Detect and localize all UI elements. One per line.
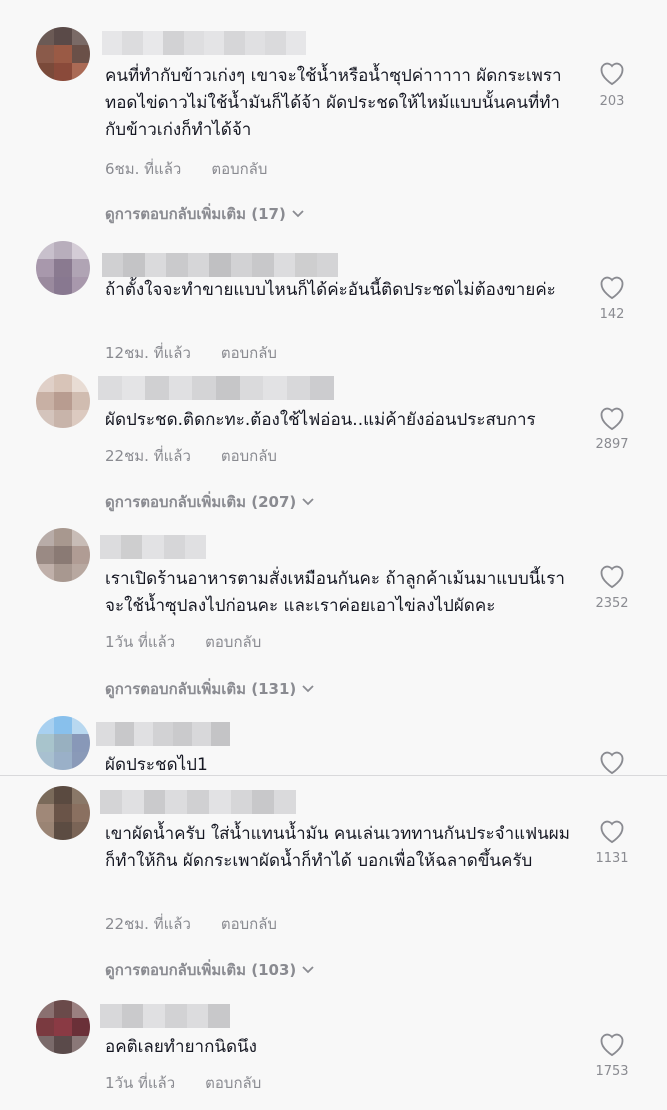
comment-meta: 12ชม. ที่แล้ว ตอบกลับ <box>105 341 277 365</box>
heart-icon[interactable] <box>598 60 626 86</box>
comment-meta: 1วัน ที่แล้ว ตอบกลับ <box>105 630 261 654</box>
avatar[interactable] <box>36 27 90 81</box>
username-blurred[interactable] <box>102 31 307 55</box>
avatar[interactable] <box>36 716 90 770</box>
like-count: 1753 <box>595 1064 629 1079</box>
reply-button[interactable]: ตอบกลับ <box>211 157 267 181</box>
chevron-down-icon <box>302 498 314 506</box>
username-blurred[interactable] <box>100 535 207 559</box>
comment-meta: 22ชม. ที่แล้ว ตอบกลับ <box>105 912 277 936</box>
comment-text: อคติเลยทำยากนิดนึง <box>105 1037 257 1057</box>
username-blurred[interactable] <box>100 1004 231 1028</box>
view-more-replies-label: ดูการตอบกลับเพิ่มเติม (207) <box>105 493 297 511</box>
like-count: 203 <box>599 94 625 109</box>
comment-text: เราเปิดร้านอาหารตามสั่งเหมือนกันคะ ถ้าลู… <box>105 569 565 616</box>
avatar[interactable] <box>36 374 90 428</box>
comment-time: 1วัน ที่แล้ว <box>105 633 176 651</box>
comment-time: 22ชม. ที่แล้ว <box>105 447 191 465</box>
comment-time: 12ชม. ที่แล้ว <box>105 344 191 362</box>
comment-meta: 22ชม. ที่แล้ว ตอบกลับ <box>105 444 277 468</box>
view-more-replies-button[interactable]: ดูการตอบกลับเพิ่มเติม (17) <box>105 202 304 226</box>
heart-icon[interactable] <box>598 1031 626 1057</box>
comment-text: คนที่ทำกับข้าวเก่งๆ เขาจะใช้น้ำหรือน้ำซุ… <box>105 66 562 140</box>
divider <box>0 775 667 776</box>
username-blurred[interactable] <box>100 790 297 814</box>
reply-button[interactable]: ตอบกลับ <box>221 341 277 365</box>
comment-time: 1วัน ที่แล้ว <box>105 1074 176 1092</box>
view-more-replies-button[interactable]: ดูการตอบกลับเพิ่มเติม (103) <box>105 958 314 982</box>
reply-button[interactable]: ตอบกลับ <box>205 630 261 654</box>
reply-button[interactable]: ตอบกลับ <box>205 1071 261 1095</box>
avatar[interactable] <box>36 241 90 295</box>
avatar[interactable] <box>36 528 90 582</box>
comment-meta: 1วัน ที่แล้ว ตอบกลับ <box>105 1071 261 1095</box>
heart-icon[interactable] <box>598 274 626 300</box>
view-more-replies-label: ดูการตอบกลับเพิ่มเติม (131) <box>105 680 297 698</box>
comment-text: ผัดประชด.ติดกะทะ.ต้องใช้ไฟอ่อน..แม่ค้ายั… <box>105 410 536 430</box>
chevron-down-icon <box>302 966 314 974</box>
reply-button[interactable]: ตอบกลับ <box>221 444 277 468</box>
comment-text: ถ้าตั้งใจจะทำขายแบบไหนก็ได้ค่ะอันนี้ติดป… <box>105 280 556 300</box>
comment-time: 22ชม. ที่แล้ว <box>105 915 191 933</box>
view-more-replies-label: ดูการตอบกลับเพิ่มเติม (103) <box>105 961 297 979</box>
heart-icon[interactable] <box>598 749 626 775</box>
view-more-replies-label: ดูการตอบกลับเพิ่มเติม (17) <box>105 205 286 223</box>
heart-icon[interactable] <box>598 818 626 844</box>
heart-icon[interactable] <box>598 405 626 431</box>
comment-time: 6ชม. ที่แล้ว <box>105 160 182 178</box>
like-count: 1131 <box>595 851 629 866</box>
username-blurred[interactable] <box>96 722 230 746</box>
comment-text: เขาผัดน้ำครับ ใส่น้ำแทนน้ำมัน คนเล่นเวทท… <box>105 824 570 871</box>
avatar[interactable] <box>36 1000 90 1054</box>
like-count: 2352 <box>595 596 629 611</box>
username-blurred[interactable] <box>102 253 338 277</box>
like-count: 2897 <box>595 437 629 452</box>
like-count: 142 <box>599 307 625 322</box>
chevron-down-icon <box>302 685 314 693</box>
username-blurred[interactable] <box>98 376 334 400</box>
view-more-replies-button[interactable]: ดูการตอบกลับเพิ่มเติม (207) <box>105 490 314 514</box>
reply-button[interactable]: ตอบกลับ <box>221 912 277 936</box>
heart-icon[interactable] <box>598 563 626 589</box>
avatar[interactable] <box>36 786 90 840</box>
view-more-replies-button[interactable]: ดูการตอบกลับเพิ่มเติม (131) <box>105 677 314 701</box>
comment-meta: 6ชม. ที่แล้ว ตอบกลับ <box>105 157 267 181</box>
chevron-down-icon <box>292 210 304 218</box>
